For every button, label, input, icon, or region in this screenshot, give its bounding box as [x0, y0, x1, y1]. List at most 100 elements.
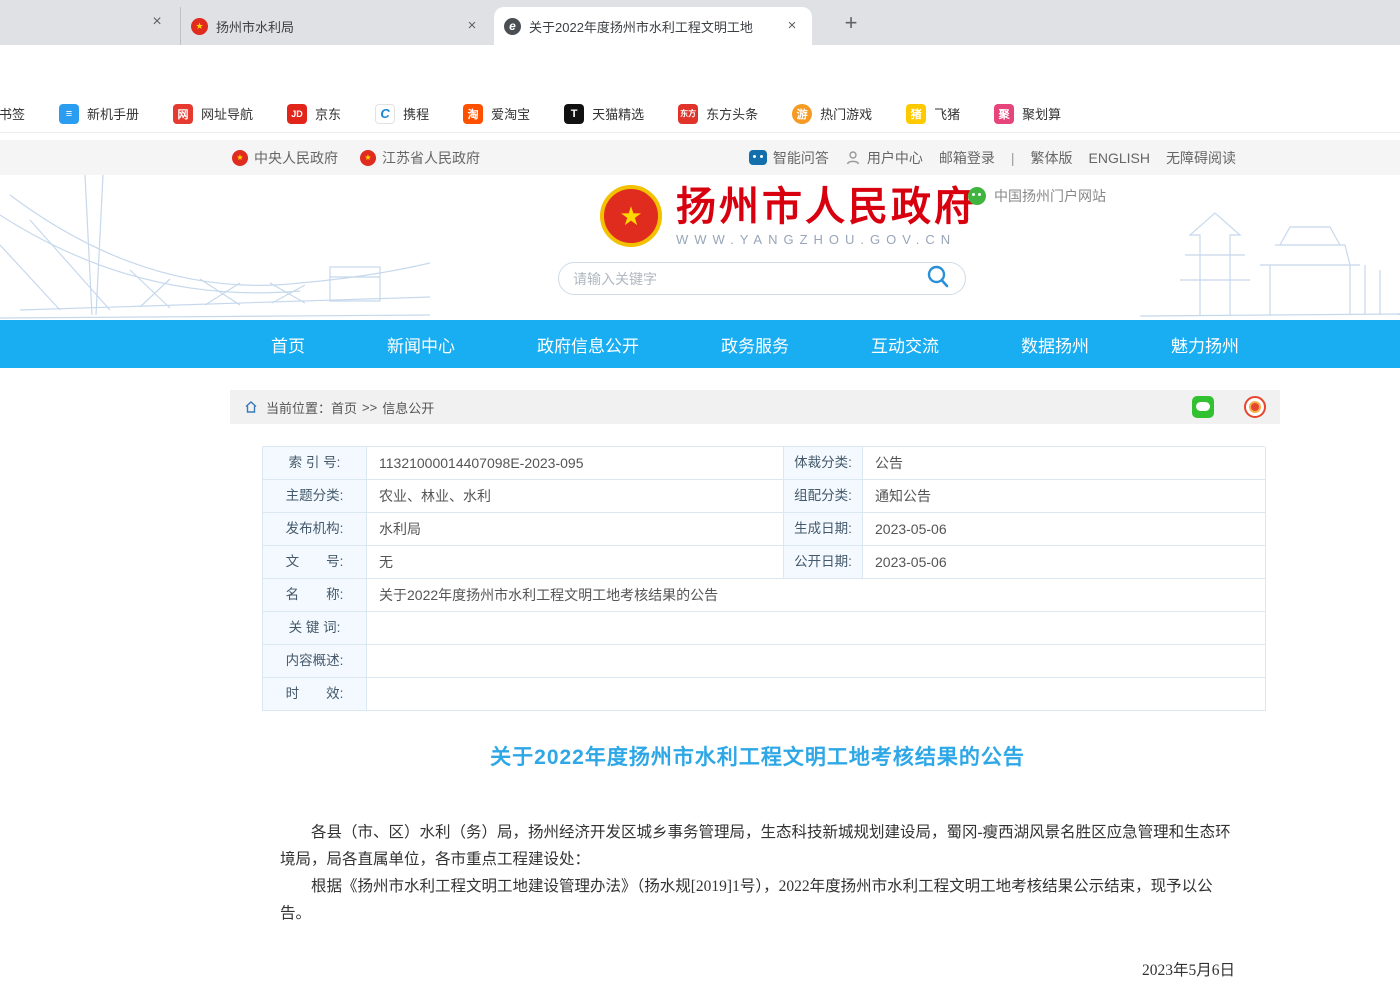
bookmark-ctrip[interactable]: C 携程	[375, 104, 429, 124]
article-title: 关于2022年度扬州市水利工程文明工地考核结果的公告	[280, 740, 1235, 777]
meta-value-genre: 公告	[863, 447, 1266, 480]
table-row: 关 键 词:	[263, 612, 1265, 645]
meta-value-validity	[367, 678, 1266, 711]
link-label: 繁体版	[1031, 148, 1073, 168]
link-accessibility[interactable]: 无障碍阅读	[1166, 148, 1236, 168]
meta-label: 发布机构:	[263, 513, 367, 546]
meta-value-public-date: 2023-05-06	[863, 546, 1266, 579]
nav-news-center[interactable]: 新闻中心	[387, 332, 455, 357]
share-wechat-icon[interactable]	[1192, 396, 1214, 418]
meta-value-title: 关于2022年度扬州市水利工程文明工地考核结果的公告	[367, 579, 1266, 612]
nav-gov-info-disclosure[interactable]: 政府信息公开	[537, 332, 639, 357]
bookmark-juhuasuan[interactable]: 聚 聚划算	[994, 104, 1061, 124]
search-input[interactable]	[573, 271, 925, 287]
bookmark-fliggy[interactable]: 猪 飞猪	[906, 104, 960, 124]
meta-value-index-number: 11321000014407098E-2023-095	[367, 447, 784, 480]
eastday-icon: 东方	[678, 104, 698, 124]
meta-label: 组配分类:	[784, 480, 863, 513]
link-user-center[interactable]: 用户中心	[845, 148, 923, 168]
bookmark-tmall[interactable]: T 天猫精选	[564, 104, 644, 124]
meta-label: 内容概述:	[263, 645, 367, 678]
wechat-icon	[968, 187, 986, 205]
table-row: 主题分类: 农业、林业、水利 组配分类: 通知公告	[263, 480, 1265, 513]
bookmark-label: 热门游戏	[820, 104, 872, 123]
link-english[interactable]: ENGLISH	[1089, 150, 1150, 166]
link-mail-login[interactable]: 邮箱登录	[939, 148, 995, 168]
bookmark-label: 爱淘宝	[491, 104, 530, 123]
gov-topbar: ★ 中央人民政府 ★ 江苏省人民政府 智能问答 用户中心 邮箱登录 | 繁体版	[0, 140, 1400, 175]
share-weibo-icon[interactable]	[1244, 396, 1266, 418]
site-logo[interactable]: ★ 扬州市人民政府 WWW.YANGZHOU.GOV.CN	[600, 185, 977, 247]
juhuasuan-icon: 聚	[994, 104, 1014, 124]
article-body: 关于2022年度扬州市水利工程文明工地考核结果的公告 各县（市、区）水利（务）局…	[280, 740, 1235, 997]
portal-label: 中国扬州门户网站	[994, 186, 1106, 206]
nav-data-yangzhou[interactable]: 数据扬州	[1021, 332, 1089, 357]
bookmark-xinji-manual[interactable]: ≡ 新机手册	[59, 104, 139, 124]
games-icon: 游	[792, 104, 812, 124]
browser-toolbar: 不安全 yangzhou.gov.cn/yzszxxgk/slj/202305/…	[0, 45, 1400, 95]
tab-yangzhou-water-bureau[interactable]: ★ 扬州市水利局 ×	[180, 7, 492, 45]
bookmark-eastday[interactable]: 东方 东方头条	[678, 104, 758, 124]
close-icon[interactable]: ×	[462, 16, 482, 36]
site-url: WWW.YANGZHOU.GOV.CN	[676, 232, 977, 247]
link-label: 无障碍阅读	[1166, 148, 1236, 168]
meta-label: 文 号:	[263, 546, 367, 579]
meta-label: 索 引 号:	[263, 447, 367, 480]
table-row: 索 引 号: 11321000014407098E-2023-095 体裁分类:…	[263, 447, 1265, 480]
bookmark-label: 天猫精选	[592, 104, 644, 123]
meta-value-summary	[367, 645, 1266, 678]
link-label: 智能问答	[773, 148, 829, 168]
nav-gov-services[interactable]: 政务服务	[721, 332, 789, 357]
bookmark-jd[interactable]: JD 京东	[287, 104, 341, 124]
breadcrumb-prefix: 当前位置：	[266, 398, 331, 417]
portal-badge[interactable]: 中国扬州门户网站	[968, 186, 1106, 206]
ctrip-icon: C	[375, 104, 395, 124]
gov-topbar-left: ★ 中央人民政府 ★ 江苏省人民政府	[232, 140, 480, 175]
bookmark-url-navigation[interactable]: 网 网址导航	[173, 104, 253, 124]
tmall-icon: T	[564, 104, 584, 124]
home-icon	[244, 400, 258, 414]
nav-charming-yangzhou[interactable]: 魅力扬州	[1171, 332, 1239, 357]
link-traditional-chinese[interactable]: 繁体版	[1031, 148, 1073, 168]
link-jiangsu-government[interactable]: ★ 江苏省人民政府	[360, 148, 480, 168]
user-icon	[845, 150, 861, 166]
national-emblem-icon: ★	[600, 185, 662, 247]
meta-label: 主题分类:	[263, 480, 367, 513]
bookmark-label: 新机手册	[87, 104, 139, 123]
meta-value-topic: 农业、林业、水利	[367, 480, 784, 513]
bookmark-label: 飞猪	[934, 104, 960, 123]
bookmark-hot-games[interactable]: 游 热门游戏	[792, 104, 872, 124]
nav-interaction[interactable]: 互动交流	[871, 332, 939, 357]
bookmark-label: 京东	[315, 104, 341, 123]
close-icon[interactable]: ×	[146, 11, 168, 33]
meta-label: 体裁分类:	[784, 447, 863, 480]
gov-emblem-icon: ★	[232, 150, 248, 166]
browser-window: × ★ 扬州市水利局 × e 关于2022年度扬州市水利工程文明工地 × + 不…	[0, 0, 1400, 997]
browser-e-favicon: e	[504, 18, 521, 35]
bookmark-aitaobao[interactable]: 淘 爱淘宝	[463, 104, 530, 124]
link-label: 中央人民政府	[254, 148, 338, 168]
link-label: ENGLISH	[1089, 150, 1150, 166]
link-smart-qa[interactable]: 智能问答	[749, 148, 829, 168]
search-icon[interactable]	[925, 263, 951, 294]
breadcrumb-home-link[interactable]: 首页	[331, 398, 357, 417]
article-paragraph: 根据《扬州市水利工程文明工地建设管理办法》（扬水规[2019]1号），2022年…	[280, 873, 1235, 927]
new-tab-button[interactable]: +	[836, 9, 866, 39]
link-label: 邮箱登录	[939, 148, 995, 168]
bookmark-label: 网址导航	[201, 104, 253, 123]
bookmark-phone-bookmarks[interactable]: 机书签	[0, 104, 25, 123]
link-central-government[interactable]: ★ 中央人民政府	[232, 148, 338, 168]
bookmark-label: 聚划算	[1022, 104, 1061, 123]
article-date: 2023年5月6日	[280, 957, 1235, 984]
close-icon[interactable]: ×	[782, 16, 802, 36]
bookmark-label: 机书签	[0, 104, 25, 123]
site-title: 扬州市人民政府	[676, 185, 977, 229]
breadcrumb-current[interactable]: 信息公开	[382, 398, 434, 417]
manual-icon: ≡	[59, 104, 79, 124]
gov-emblem-favicon: ★	[191, 18, 208, 35]
main-nav: 首页 新闻中心 政府信息公开 政务服务 互动交流 数据扬州 魅力扬州	[0, 320, 1400, 368]
document-meta-table: 索 引 号: 11321000014407098E-2023-095 体裁分类:…	[262, 446, 1265, 711]
pagoda-artwork	[1140, 175, 1400, 320]
tab-active-announcement[interactable]: e 关于2022年度扬州市水利工程文明工地 ×	[494, 7, 812, 45]
nav-home[interactable]: 首页	[271, 332, 305, 357]
